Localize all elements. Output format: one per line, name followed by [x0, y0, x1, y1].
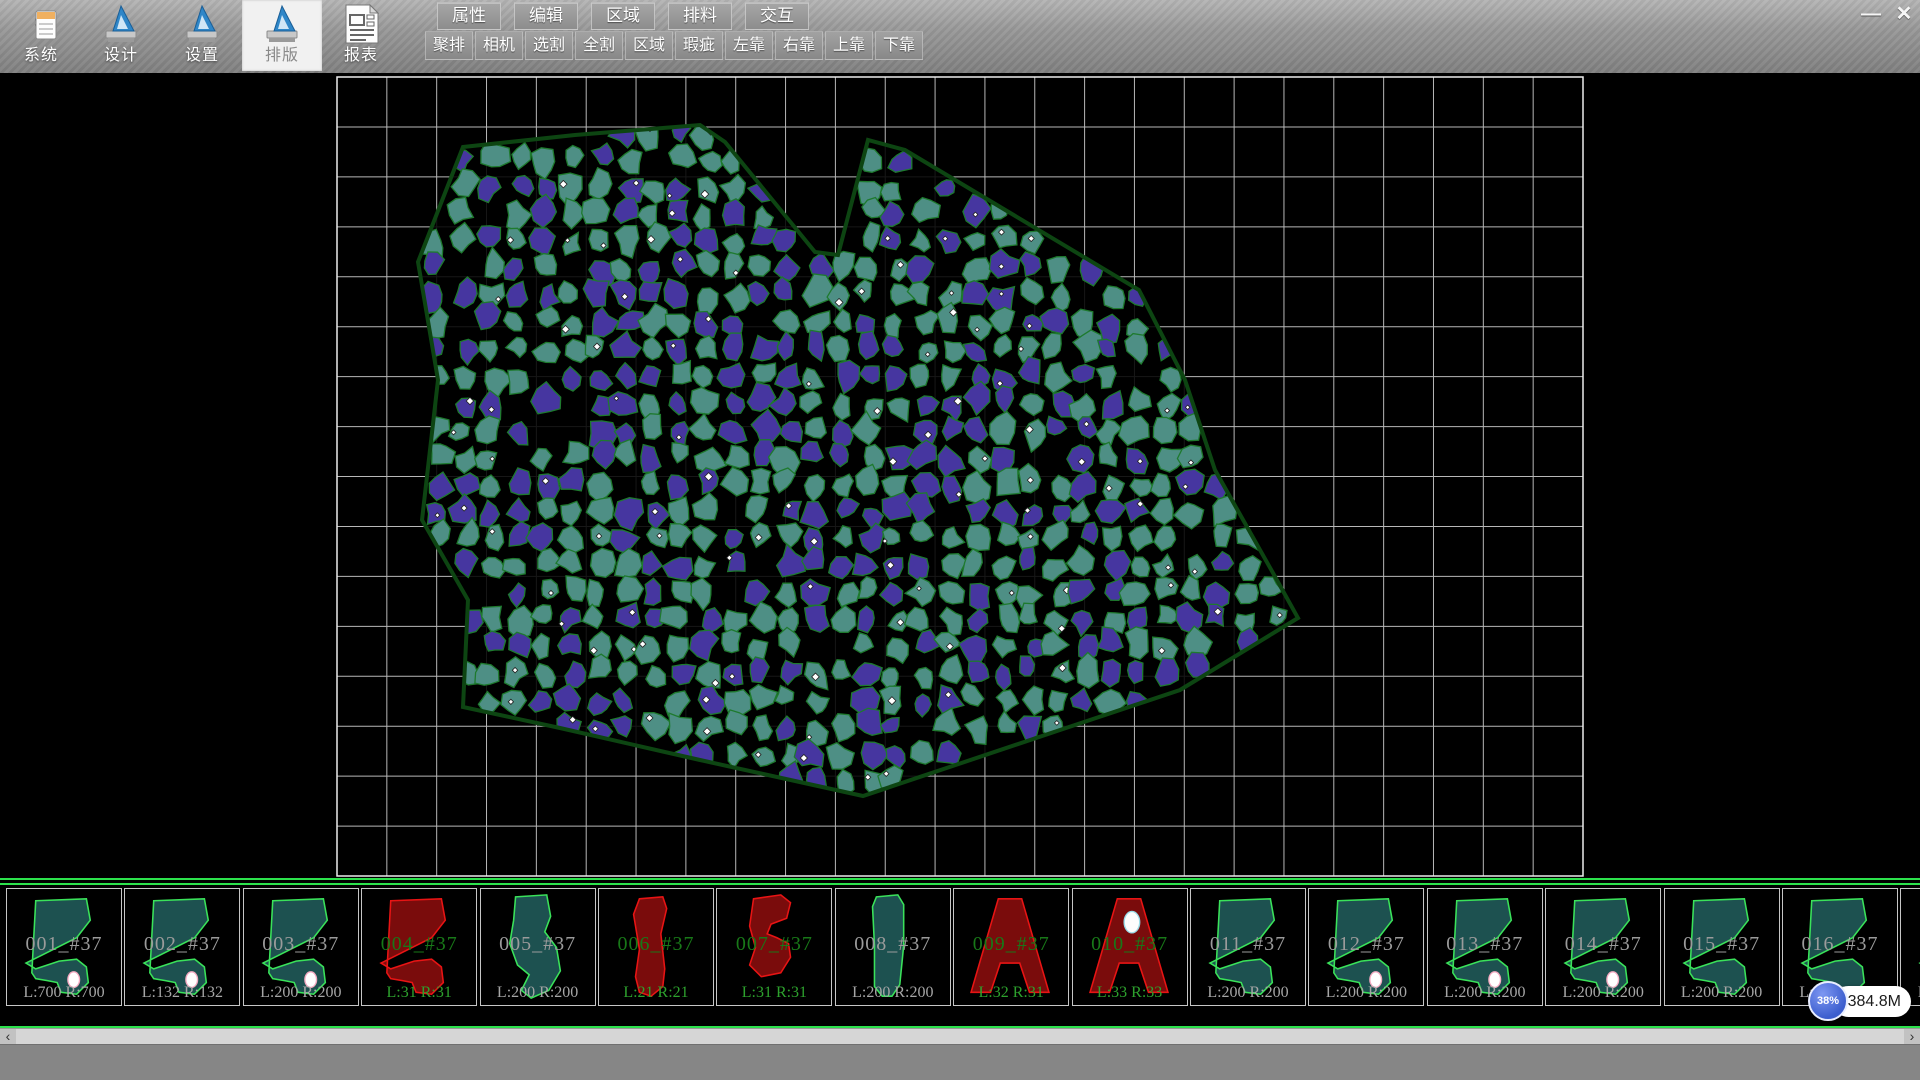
part-thumbnail[interactable]: 015_#37 L:200 R:200: [1664, 888, 1780, 1006]
menu-interaction[interactable]: 交互: [745, 2, 809, 30]
nesting-canvas[interactable]: [0, 73, 1920, 878]
part-lr-count: L:200 R:200: [1191, 984, 1305, 1002]
part-thumbnail[interactable]: 006_#37 L:21 R:21: [598, 888, 714, 1006]
part-lr-count: L:200 R:200: [1665, 984, 1779, 1002]
part-lr-count: L:200 R:200: [1309, 984, 1423, 1002]
memory-value: 384.8M: [1848, 993, 1901, 1010]
tool-camera[interactable]: 相机: [475, 31, 523, 60]
minimize-button[interactable]: —: [1856, 3, 1886, 25]
part-label: 014_#37: [1546, 933, 1660, 956]
tool-cut-all[interactable]: 全割: [575, 31, 623, 60]
settings-icon: [181, 3, 223, 45]
scroll-left-icon: ‹: [6, 1028, 11, 1044]
app-report[interactable]: 报表: [328, 0, 394, 71]
part-lr-count: L:31 R:31: [717, 984, 831, 1002]
close-button[interactable]: ✕: [1890, 3, 1918, 25]
part-label: 012_#37: [1309, 933, 1423, 956]
part-lr-count: L:32 R:31: [954, 984, 1068, 1002]
app-system-label: 系统: [8, 41, 74, 65]
part-label: 004_#37: [362, 933, 476, 956]
app-system[interactable]: ⚙系统: [8, 0, 74, 71]
part-label: 009_#37: [954, 933, 1068, 956]
tool-snap-bottom[interactable]: 下靠: [875, 31, 923, 60]
part-label: 010_#37: [1073, 933, 1187, 956]
part-label: 001_#37: [7, 933, 121, 956]
tool-defect[interactable]: 瑕疵: [675, 31, 723, 60]
app-report-label: 报表: [328, 41, 394, 65]
part-label: 011_#37: [1191, 933, 1305, 956]
part-lr-count: L:200 R:200: [836, 984, 950, 1002]
part-thumbnail[interactable]: 004_#37 L:31 R:31: [361, 888, 477, 1006]
menu-properties[interactable]: 属性: [437, 2, 501, 30]
part-label: 016_#37: [1783, 933, 1897, 956]
part-label: 013_#37: [1428, 933, 1542, 956]
part-lr-count: L:33 R:33: [1073, 984, 1187, 1002]
part-lr-count: L:132 R:132: [125, 984, 239, 1002]
parts-strip: 001_#37L:700 R:700002_#37L:132 R:132003_…: [0, 878, 1920, 1028]
part-thumbnail[interactable]: 012_#37 L:200 R:200: [1308, 888, 1424, 1006]
part-thumbnail[interactable]: 005_#37 L:200 R:200: [480, 888, 596, 1006]
strip-accent-line: [0, 878, 1920, 880]
scroll-right-icon: ›: [1910, 1028, 1915, 1044]
progress-badge: 38%: [1808, 981, 1848, 1021]
app-settings-label: 设置: [169, 41, 235, 65]
tool-snap-left[interactable]: 左靠: [725, 31, 773, 60]
part-thumbnail[interactable]: 008_#37 L:200 R:200: [835, 888, 951, 1006]
app-design[interactable]: 设计: [88, 0, 154, 71]
app-design-label: 设计: [88, 41, 154, 65]
toolbar: ⚙系统设计设置排版报表 属性编辑区域排料交互 聚排相机选割全割区域瑕疵左靠右靠上…: [0, 0, 1920, 73]
strip-accent-line: [0, 883, 1920, 885]
design-icon: [100, 3, 142, 45]
part-lr-count: L:31 R:31: [362, 984, 476, 1002]
part-thumbnail[interactable]: 001_#37 L:700 R:700: [6, 888, 122, 1006]
part-label: 007_#37: [717, 933, 831, 956]
part-thumbnail[interactable]: 007_#37 L:31 R:31: [716, 888, 832, 1006]
minimize-icon: —: [1861, 3, 1881, 25]
tool-region[interactable]: 区域: [625, 31, 673, 60]
app-layout[interactable]: 排版: [242, 0, 322, 71]
layout-icon: [261, 3, 303, 45]
part-thumbnail[interactable]: 014_#37 L:200 R:200: [1545, 888, 1661, 1006]
report-icon: [340, 3, 382, 45]
part-thumbnail[interactable]: 010_#37 L:33 R:33: [1072, 888, 1188, 1006]
menu-region[interactable]: 区域: [591, 2, 655, 30]
horizontal-scrollbar[interactable]: ‹ ›: [0, 1028, 1920, 1045]
app-layout-label: 排版: [242, 41, 322, 65]
part-thumbnail[interactable]: 003_#37 L:200 R:200: [243, 888, 359, 1006]
part-label: 008_#37: [836, 933, 950, 956]
part-label: 015_#37: [1665, 933, 1779, 956]
part-lr-count: L:200 R:200: [1546, 984, 1660, 1002]
status-bar: [0, 1044, 1920, 1080]
tool-snap-right[interactable]: 右靠: [775, 31, 823, 60]
close-icon: ✕: [1896, 3, 1913, 25]
part-thumbnail[interactable]: 002_#37 L:132 R:132: [124, 888, 240, 1006]
part-lr-count: L:200 R:200: [1428, 984, 1542, 1002]
progress-value: 38%: [1817, 995, 1839, 1007]
tool-cluster-nest[interactable]: 聚排: [425, 31, 473, 60]
menu-nesting[interactable]: 排料: [668, 2, 732, 30]
scroll-right-button[interactable]: ›: [1904, 1029, 1920, 1044]
part-label: 003_#37: [244, 933, 358, 956]
part-thumbnail[interactable]: 009_#37 L:32 R:31: [953, 888, 1069, 1006]
part-thumbnail[interactable]: 013_#37 L:200 R:200: [1427, 888, 1543, 1006]
system-icon: ⚙: [20, 3, 62, 45]
scroll-left-button[interactable]: ‹: [0, 1029, 16, 1044]
part-lr-count: L:200 R:200: [244, 984, 358, 1002]
nesting-drawing: [0, 73, 1920, 878]
part-lr-count: L:700 R:700: [7, 984, 121, 1002]
part-label: 002_#37: [125, 933, 239, 956]
part-label: 006_#37: [599, 933, 713, 956]
tool-snap-top[interactable]: 上靠: [825, 31, 873, 60]
part-lr-count: L:21 R:21: [599, 984, 713, 1002]
app-settings[interactable]: 设置: [169, 0, 235, 71]
menu-edit[interactable]: 编辑: [514, 2, 578, 30]
app-window: ⚙系统设计设置排版报表 属性编辑区域排料交互 聚排相机选割全割区域瑕疵左靠右靠上…: [0, 0, 1920, 1080]
part-lr-count: L:200 R:200: [481, 984, 595, 1002]
part-label: 005_#37: [481, 933, 595, 956]
part-thumbnail[interactable]: 011_#37 L:200 R:200: [1190, 888, 1306, 1006]
part-label: 017_#37: [1901, 933, 1920, 956]
tool-select-cut[interactable]: 选割: [525, 31, 573, 60]
